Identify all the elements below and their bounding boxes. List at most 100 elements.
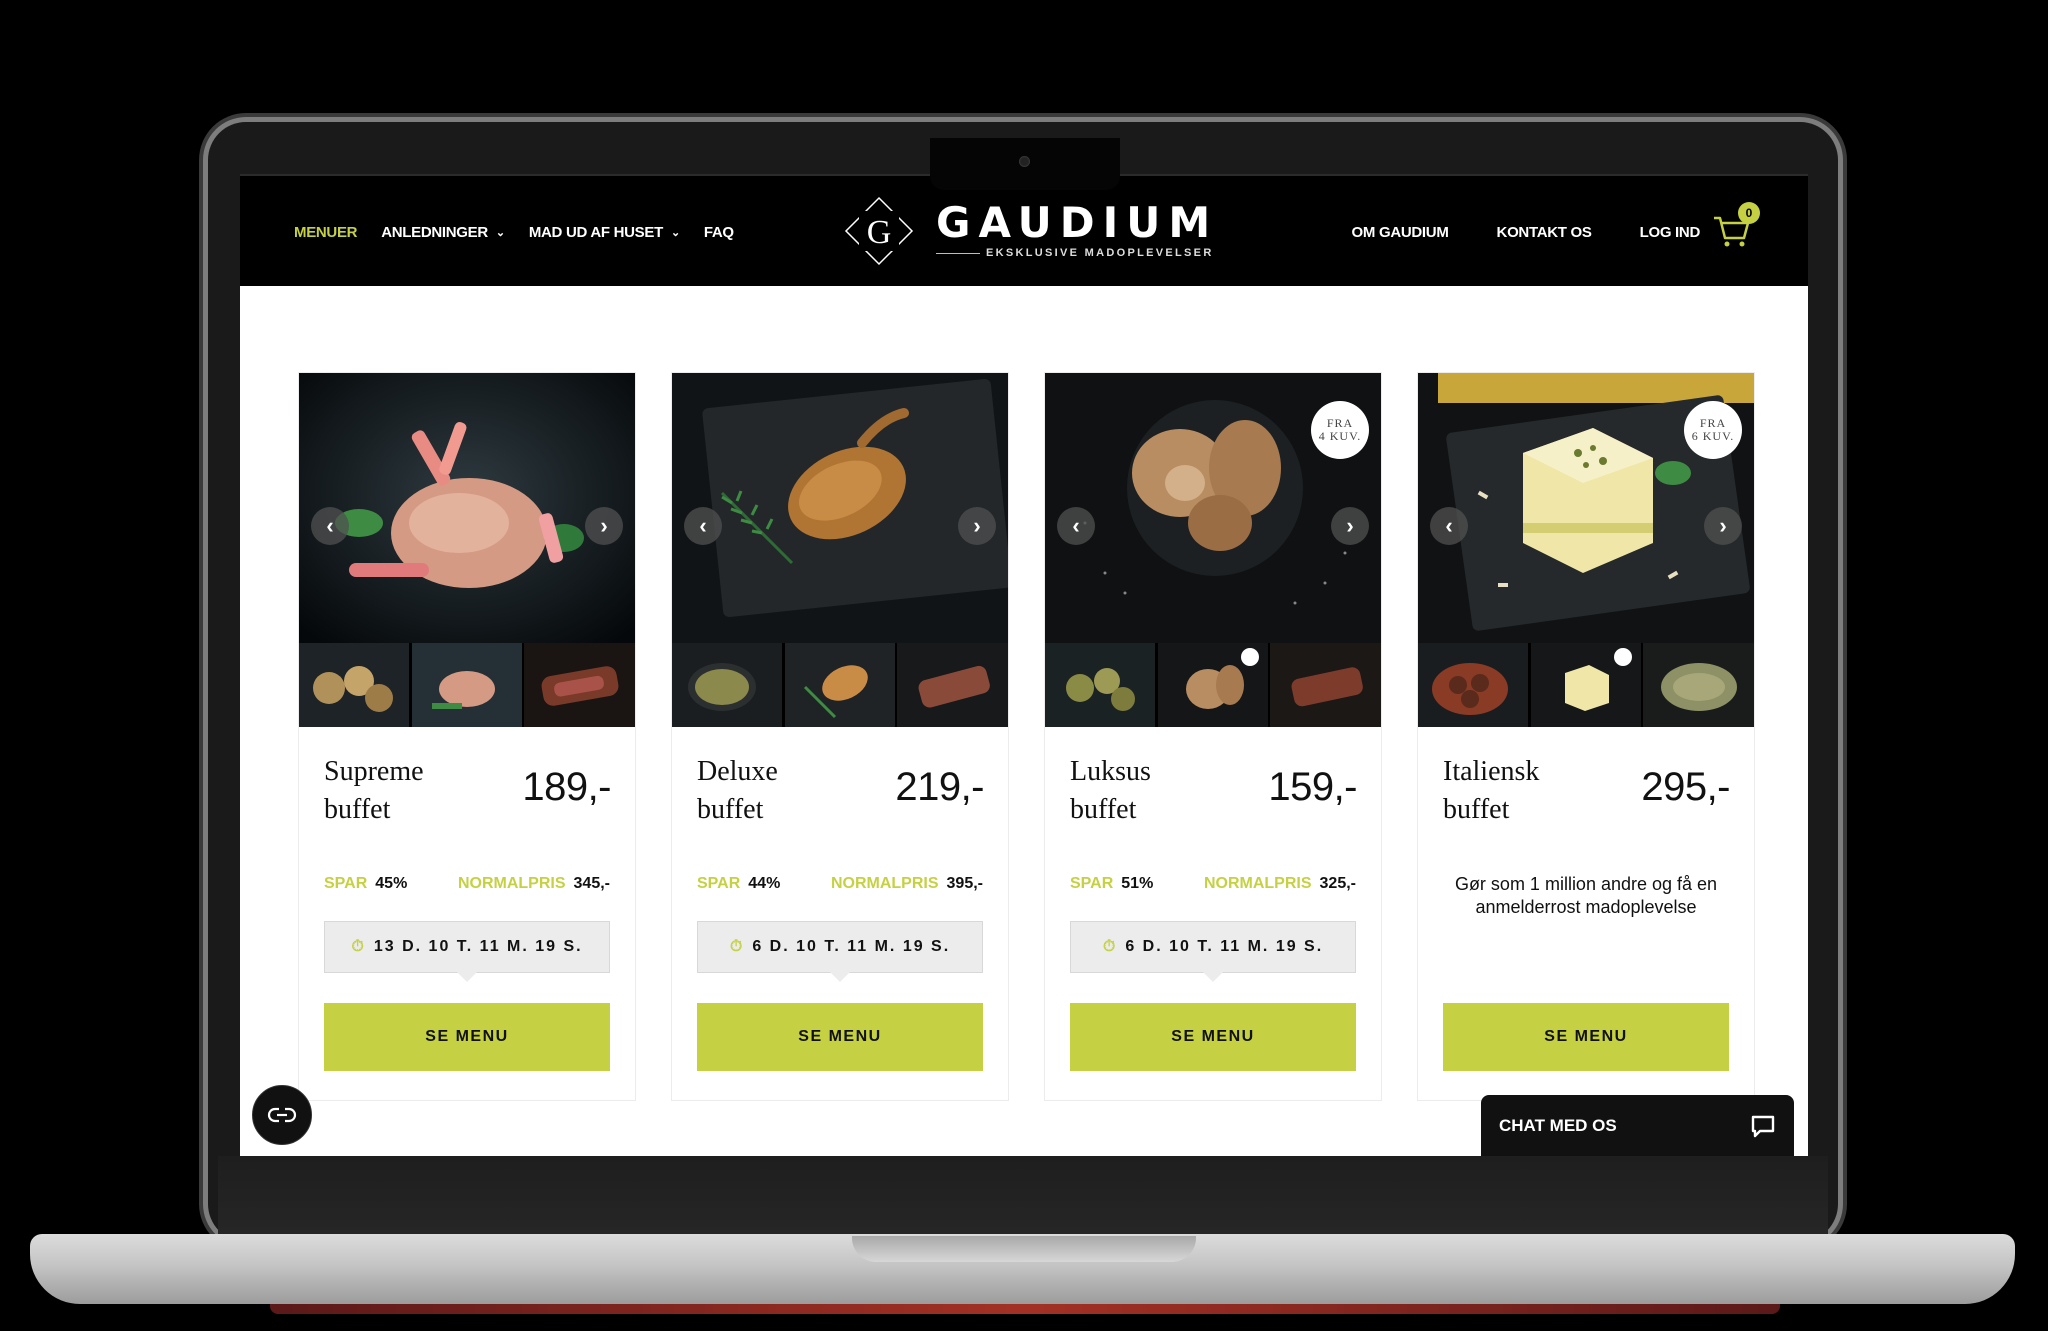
se-menu-button[interactable]: SE MENU xyxy=(697,1003,983,1071)
normal-price-label: NORMALPRIS xyxy=(1203,875,1312,892)
arrow-left-icon[interactable]: ‹ xyxy=(311,507,349,545)
nav-om-gaudium[interactable]: OM GAUDIUM xyxy=(1352,224,1449,241)
secondary-nav: OM GAUDIUM KONTAKT OS LOG IND xyxy=(1304,224,1701,241)
normal-price-value: 345,- xyxy=(573,875,610,892)
nav-faq[interactable]: FAQ xyxy=(704,224,734,241)
nav-mad-ud-af-huset-label: MAD UD AF HUSET xyxy=(528,224,663,241)
thumbnail-bread[interactable] xyxy=(1157,643,1269,727)
food-image-chicken xyxy=(672,373,1008,643)
se-menu-button[interactable]: SE MENU xyxy=(1070,1003,1356,1071)
card-title: Deluxe buffet xyxy=(697,756,778,825)
thumbnail-soup[interactable] xyxy=(672,643,783,727)
thumbnail-beef[interactable] xyxy=(524,643,636,727)
card-title: Luksus buffet xyxy=(1070,756,1151,825)
card-hero-image[interactable]: FRA 6 KUV. ‹ › xyxy=(1418,373,1754,643)
card-promo-text: Gør som 1 million andre og få en anmelde… xyxy=(1454,874,1718,917)
laptop-base-edge xyxy=(270,1304,1780,1314)
chat-icon xyxy=(1751,1115,1775,1138)
countdown-value: 6 D. 10 T. 11 M. 19 S. xyxy=(752,938,951,955)
card-thumbnail-strip xyxy=(299,643,636,727)
chevron-down-icon: ⌄ xyxy=(495,227,505,239)
logo-wordmark: GAUDIUM xyxy=(936,198,1219,247)
nav-menuer-label: MENUER xyxy=(294,224,358,241)
card-thumbnail-strip xyxy=(672,643,1009,727)
card-thumbnail-strip xyxy=(1045,643,1382,727)
arrow-left-icon[interactable]: ‹ xyxy=(1057,507,1095,545)
arrow-right-icon[interactable]: › xyxy=(958,507,996,545)
clock-icon: ⏱ xyxy=(1102,938,1118,955)
arrow-left-icon[interactable]: ‹ xyxy=(684,507,722,545)
arrow-left-icon[interactable]: ‹ xyxy=(1430,507,1468,545)
save-value: 51% xyxy=(1121,875,1154,892)
menu-card-italiensk: FRA 6 KUV. ‹ › Italiensk buffet 295,- Gør… xyxy=(1417,372,1755,1101)
card-thumbnail-strip xyxy=(1418,643,1755,727)
card-hero-image[interactable]: FRA 4 KUV. ‹ › xyxy=(1045,373,1381,643)
arrow-right-icon[interactable]: › xyxy=(585,507,623,545)
chevron-down-icon: ⌄ xyxy=(670,227,680,239)
save-label: SPAR xyxy=(1070,875,1114,892)
menu-card-deluxe: ‹ › Deluxe buffet 219,- SPAR 44% NORMALPR… xyxy=(671,372,1009,1101)
food-image-mousse xyxy=(299,373,635,643)
site-header: MENUER ANLEDNINGER ⌄ MAD UD AF HUSET ⌄ FAQ… xyxy=(240,174,1808,286)
countdown-value: 6 D. 10 T. 11 M. 19 S. xyxy=(1125,938,1324,955)
clock-icon: ⏱ xyxy=(351,938,366,955)
card-price: 295,- xyxy=(1641,765,1730,809)
nav-mad-ud-af-huset[interactable]: MAD UD AF HUSET ⌄ xyxy=(529,224,680,241)
nav-menuer[interactable]: MENUER xyxy=(294,224,358,241)
countdown-timer: ⏱ 6 D. 10 T. 11 M. 19 S. xyxy=(697,921,983,982)
thumbnail-beef[interactable] xyxy=(1270,643,1382,727)
thumbnail-meatballs[interactable] xyxy=(1418,643,1529,727)
thumbnail-chicken[interactable] xyxy=(784,643,896,727)
nav-kontakt-os[interactable]: KONTAKT OS xyxy=(1497,224,1592,241)
camera-notch xyxy=(930,138,1120,190)
se-menu-button[interactable]: SE MENU xyxy=(324,1003,610,1071)
accessibility-button[interactable] xyxy=(252,1085,312,1145)
min-covers-badge: FRA 6 KUV. xyxy=(1684,401,1742,459)
save-value: 45% xyxy=(375,875,408,892)
arrow-right-icon[interactable]: › xyxy=(1331,507,1369,545)
nav-anledninger[interactable]: ANLEDNINGER ⌄ xyxy=(381,224,505,241)
menu-card-luksus: FRA 4 KUV. ‹ › Luksus buffet 159,- SPAR 51… xyxy=(1044,372,1382,1101)
chat-label: CHAT MED OS xyxy=(1499,1116,1617,1135)
logo-mark-icon: G xyxy=(844,196,914,266)
card-hero-image[interactable]: ‹ › xyxy=(672,373,1008,643)
card-price: 189,- xyxy=(522,765,611,809)
normal-price-label: NORMALPRIS xyxy=(457,875,566,892)
thumbnail-pasta[interactable] xyxy=(1643,643,1755,727)
thumbnail-potatoes[interactable] xyxy=(1045,643,1156,727)
card-savings: SPAR 45% NORMALPRIS 345,- xyxy=(324,875,610,893)
laptop-chin xyxy=(218,1156,1828,1234)
logo-rule xyxy=(936,253,980,254)
countdown-value: 13 D. 10 T. 11 M. 19 S. xyxy=(373,938,583,955)
card-hero-image[interactable]: ‹ › xyxy=(299,373,635,643)
nav-log-ind[interactable]: LOG IND xyxy=(1640,224,1701,241)
arrow-right-icon[interactable]: › xyxy=(1704,507,1742,545)
laptop-base-notch xyxy=(852,1236,1196,1262)
normal-price-value: 325,- xyxy=(1319,875,1356,892)
thumbnail-mousse[interactable] xyxy=(411,643,523,727)
thumbnail-cake[interactable] xyxy=(1530,643,1642,727)
menu-card-supreme: ‹ › Supreme buffet 189,- SPAR 45% NORMALP… xyxy=(298,372,636,1101)
normal-price-label: NORMALPRIS xyxy=(830,875,939,892)
thumbnail-beef[interactable] xyxy=(897,643,1009,727)
thumbnail-potatoes[interactable] xyxy=(299,643,410,727)
save-label: SPAR xyxy=(697,875,741,892)
se-menu-button[interactable]: SE MENU xyxy=(1443,1003,1729,1071)
camera-icon xyxy=(1019,156,1030,167)
countdown-timer: ⏱ 6 D. 10 T. 11 M. 19 S. xyxy=(1070,921,1356,982)
menu-card-grid: ‹ › Supreme buffet 189,- SPAR 45% NORMALP… xyxy=(298,372,1755,1108)
clock-icon: ⏱ xyxy=(729,938,745,955)
cart-button[interactable]: 0 xyxy=(1712,202,1760,250)
site-logo[interactable]: G GAUDIUM EKSKLUSIVE MADOPLEVELSER xyxy=(844,196,1214,266)
svg-text:G: G xyxy=(867,214,892,251)
browser-viewport: MENUER ANLEDNINGER ⌄ MAD UD AF HUSET ⌄ FAQ… xyxy=(240,174,1808,1156)
card-title: Italiensk buffet xyxy=(1443,756,1540,825)
cart-count-badge: 0 xyxy=(1738,202,1760,224)
card-price: 219,- xyxy=(895,765,984,809)
chat-widget-button[interactable]: CHAT MED OS xyxy=(1481,1095,1794,1156)
save-value: 44% xyxy=(748,875,781,892)
accessibility-icon xyxy=(267,1107,297,1123)
badge-line-2: 4 KUV. xyxy=(1318,429,1362,443)
card-price: 159,- xyxy=(1268,765,1357,809)
card-savings: SPAR 44% NORMALPRIS 395,- xyxy=(697,875,983,893)
